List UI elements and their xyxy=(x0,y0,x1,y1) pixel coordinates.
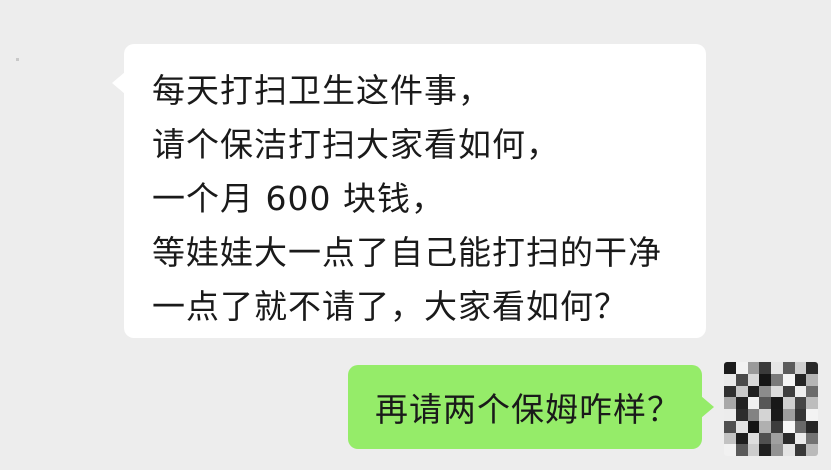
avatar-pixel xyxy=(782,397,795,409)
avatar-pixel xyxy=(724,397,736,409)
avatar-pixel xyxy=(724,362,736,374)
avatar-pixel xyxy=(735,432,748,445)
avatar-pixel xyxy=(724,420,736,433)
avatar-pixel xyxy=(806,362,818,374)
avatar-pixel xyxy=(735,362,748,374)
avatar-pixel xyxy=(735,397,748,409)
avatar-pixel xyxy=(806,385,818,398)
avatar-pixel xyxy=(747,397,760,409)
avatar-pixel xyxy=(782,432,795,445)
avatar-pixel xyxy=(747,409,760,421)
pixelated-avatar-icon[interactable] xyxy=(724,362,818,456)
avatar-pixel xyxy=(782,373,795,386)
avatar-pixel xyxy=(771,362,783,374)
avatar-pixel xyxy=(735,409,748,421)
sent-message-bubble[interactable]: 再请两个保姆咋样？ xyxy=(348,365,714,449)
received-message-line-4: 等娃娃大一点了自己能打扫的干净 xyxy=(152,233,662,272)
avatar-pixel xyxy=(759,420,771,433)
avatar-pixel xyxy=(794,397,807,409)
avatar-pixel xyxy=(747,385,760,398)
avatar-pixel xyxy=(806,409,818,421)
sent-message-text: 再请两个保姆咋样？ xyxy=(375,390,681,429)
avatar-pixel xyxy=(724,385,736,398)
avatar-pixel xyxy=(806,420,818,433)
avatar-pixel xyxy=(806,397,818,409)
avatar-pixel xyxy=(747,432,760,445)
avatar-pixel xyxy=(759,385,771,398)
avatar-pixel xyxy=(771,444,783,456)
avatar-pixel xyxy=(806,432,818,445)
received-message-bubble[interactable]: 每天打扫卫生这件事， 请个保洁打扫大家看如何， 一个月 600 块钱， 等娃娃大… xyxy=(112,44,706,338)
avatar-pixel xyxy=(794,373,807,386)
avatar-pixel xyxy=(771,432,783,445)
avatar-pixel xyxy=(747,444,760,456)
received-message-line-2: 请个保洁打扫大家看如何， xyxy=(152,125,560,164)
avatar-pixel xyxy=(759,432,771,445)
avatar-pixel xyxy=(759,362,771,374)
divider-dot xyxy=(16,58,19,61)
avatar-pixel xyxy=(735,444,748,456)
avatar-pixel xyxy=(794,432,807,445)
avatar-pixel xyxy=(759,373,771,386)
avatar-pixel xyxy=(724,409,736,421)
avatar-pixel xyxy=(782,444,795,456)
avatar-pixel xyxy=(794,362,807,374)
avatar-pixel xyxy=(782,420,795,433)
avatar-pixel xyxy=(759,397,771,409)
avatar-pixel xyxy=(747,373,760,386)
avatar-pixel xyxy=(735,385,748,398)
avatar-pixel xyxy=(794,409,807,421)
avatar-pixel xyxy=(759,444,771,456)
avatar-pixel xyxy=(771,373,783,386)
avatar-pixel xyxy=(782,362,795,374)
avatar-pixel xyxy=(724,444,736,456)
avatar-pixel xyxy=(794,385,807,398)
received-message-line-5: 一点了就不请了，大家看如何？ xyxy=(152,287,628,326)
avatar-pixel xyxy=(771,397,783,409)
avatar-pixel xyxy=(735,373,748,386)
avatar-pixel xyxy=(771,420,783,433)
avatar-pixel xyxy=(782,385,795,398)
avatar-pixel xyxy=(747,420,760,433)
received-message-line-1: 每天打扫卫生这件事， xyxy=(152,71,492,110)
avatar-pixel xyxy=(771,385,783,398)
avatar-pixel xyxy=(724,432,736,445)
received-message-line-3: 一个月 600 块钱， xyxy=(152,179,445,218)
avatar-pixel xyxy=(747,362,760,374)
avatar-pixel xyxy=(771,409,783,421)
avatar-pixel xyxy=(794,420,807,433)
avatar-pixel xyxy=(806,373,818,386)
avatar-pixel xyxy=(782,409,795,421)
avatar-pixel xyxy=(806,444,818,456)
avatar-pixel xyxy=(794,444,807,456)
avatar-pixel xyxy=(735,420,748,433)
avatar-pixel xyxy=(759,409,771,421)
avatar-pixel xyxy=(724,373,736,386)
